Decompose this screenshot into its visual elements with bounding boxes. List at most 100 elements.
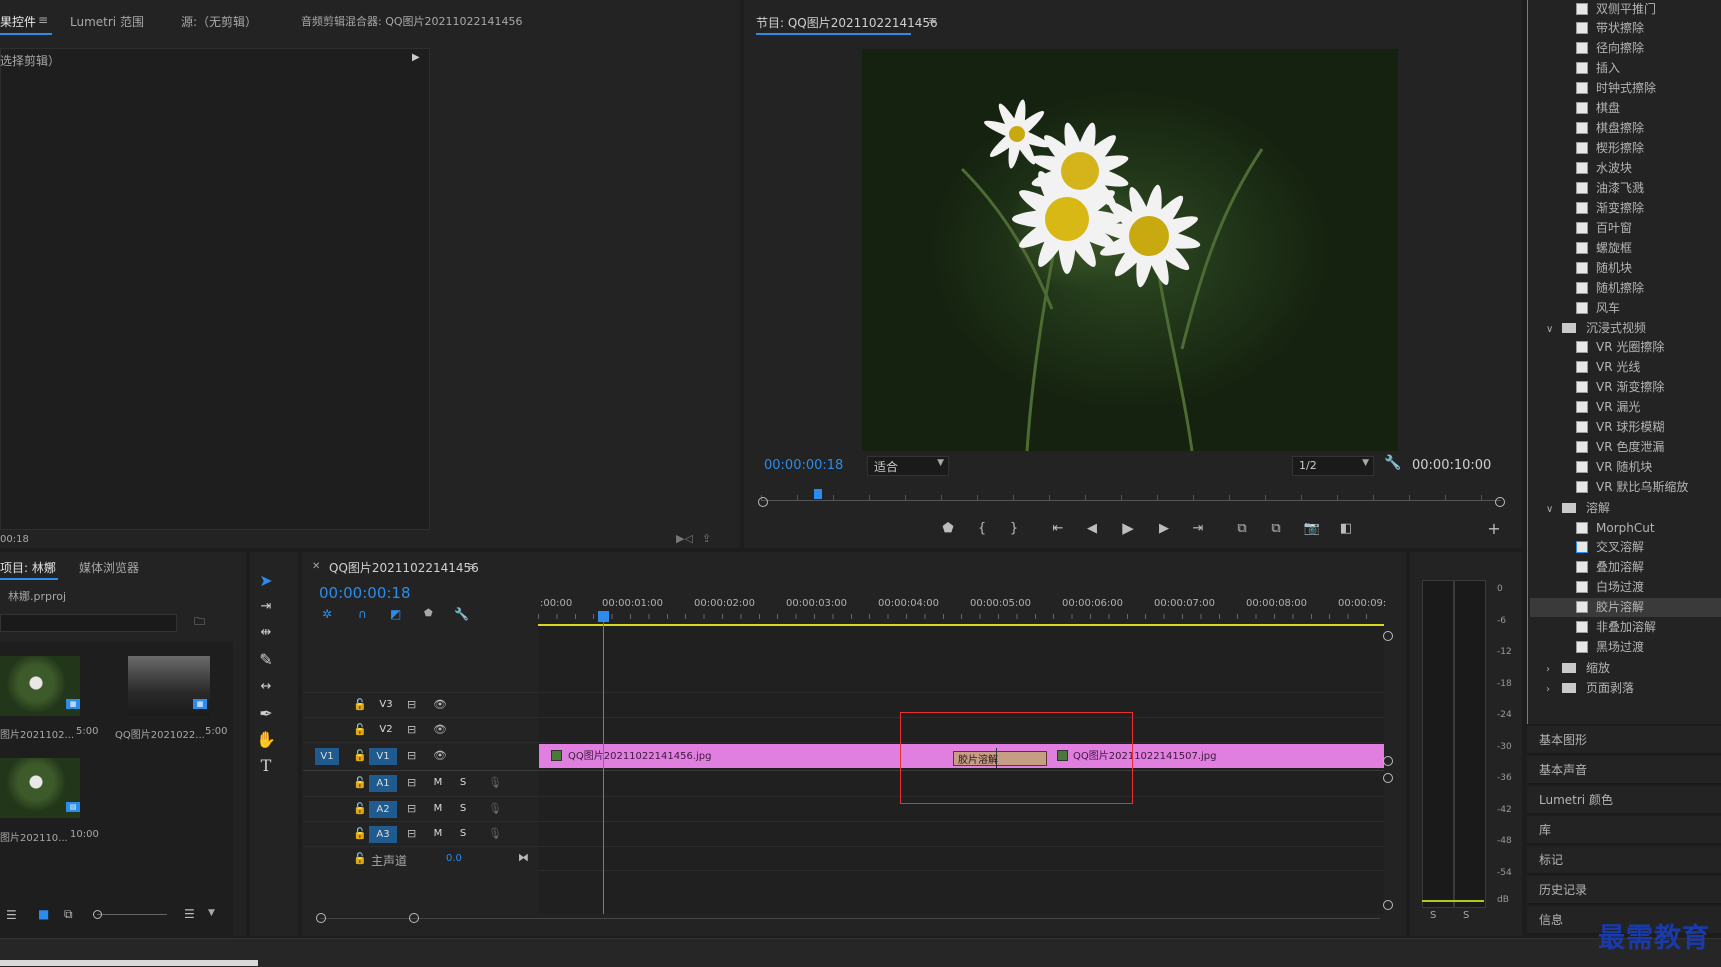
zoom-slider[interactable] xyxy=(93,910,167,919)
resolution-select[interactable]: 1/2 ▼ xyxy=(1292,456,1374,476)
list-view-icon[interactable]: ☰ xyxy=(6,908,17,922)
lock-icon[interactable]: 🔓 xyxy=(353,852,367,865)
timeline-timecode[interactable]: 00:00:00:18 xyxy=(319,584,411,602)
effect-item[interactable]: 风车 xyxy=(1576,299,1620,317)
effect-folder-dissolve[interactable]: ∨ 溶解 xyxy=(1546,499,1610,517)
tab-audio-clip-mixer[interactable]: 音频剪辑混合器: QQ图片20211022141456 xyxy=(301,13,523,29)
menu-icon[interactable]: ≡ xyxy=(38,13,48,27)
go-to-end-icon[interactable]: ⧓ xyxy=(518,851,529,864)
zoom-select[interactable]: 适合 ▼ xyxy=(867,456,949,476)
expand-arrow-icon[interactable]: ▶ xyxy=(412,52,420,63)
effect-item[interactable]: 油漆飞溅 xyxy=(1576,179,1644,197)
solo-left-button[interactable]: S xyxy=(1430,910,1436,921)
microphone-icon[interactable]: 🎙 xyxy=(488,827,502,840)
microphone-icon[interactable]: 🎙 xyxy=(488,802,502,815)
menu-icon[interactable]: ≡ xyxy=(45,559,54,572)
scroll-start-handle[interactable] xyxy=(758,497,768,507)
eye-icon[interactable]: 👁 xyxy=(433,723,447,736)
menu-icon[interactable]: ≡ xyxy=(928,14,937,27)
hand-tool-icon[interactable]: ✋ xyxy=(255,729,277,751)
track-label[interactable]: A2 xyxy=(369,801,397,818)
horizontal-scrollbar[interactable] xyxy=(320,918,1380,919)
add-button-icon[interactable]: + xyxy=(1484,520,1504,538)
tab-source[interactable]: 源:（无剪辑） xyxy=(181,13,257,30)
scroll-end-handle[interactable] xyxy=(1495,497,1505,507)
effect-item[interactable]: 螺旋框 xyxy=(1576,239,1632,257)
vertical-scroll-handle[interactable] xyxy=(1383,900,1393,910)
eye-icon[interactable]: 👁 xyxy=(433,749,447,762)
effect-item[interactable]: VR 渐变擦除 xyxy=(1576,378,1664,396)
selection-tool-icon[interactable]: ➤ xyxy=(255,570,277,592)
master-volume-value[interactable]: 0.0 xyxy=(446,853,462,864)
add-marker-icon[interactable]: ⬟ xyxy=(424,608,433,619)
lock-icon[interactable]: 🔓 xyxy=(353,776,367,789)
panel-libraries[interactable]: 库 xyxy=(1527,816,1721,844)
effect-folder-page-peel[interactable]: › 页面剥落 xyxy=(1546,679,1634,697)
lock-icon[interactable]: 🔓 xyxy=(353,802,367,815)
solo-button[interactable]: S xyxy=(456,777,470,788)
close-icon[interactable]: ✕ xyxy=(312,561,320,572)
effect-item[interactable]: 叠加溶解 xyxy=(1576,558,1644,576)
razor-tool-icon[interactable]: ✎ xyxy=(255,649,277,671)
chevron-down-icon[interactable]: ∨ xyxy=(1546,321,1562,339)
panel-history[interactable]: 历史记录 xyxy=(1527,876,1721,904)
effect-item[interactable]: VR 色度泄漏 xyxy=(1576,438,1664,456)
effect-item[interactable]: 时钟式擦除 xyxy=(1576,79,1656,97)
effect-item[interactable]: 交叉溶解 xyxy=(1576,538,1644,556)
step-forward-icon[interactable]: ▶ xyxy=(1154,520,1174,538)
solo-right-button[interactable]: S xyxy=(1463,910,1469,921)
vertical-scroll-handle[interactable] xyxy=(1383,631,1393,641)
step-back-icon[interactable]: ◀ xyxy=(1082,520,1102,538)
track-label[interactable]: V3 xyxy=(375,699,397,710)
effect-item[interactable]: 黑场过渡 xyxy=(1576,638,1644,656)
track-label[interactable]: A3 xyxy=(369,826,397,843)
zoom-slider-handle[interactable] xyxy=(93,910,102,919)
horizontal-scroll-start[interactable] xyxy=(316,913,326,923)
effect-item[interactable]: 径向擦除 xyxy=(1576,39,1644,57)
project-search-input[interactable] xyxy=(0,614,177,632)
new-bin-icon[interactable]: 🗀 xyxy=(194,613,205,632)
add-marker-icon[interactable]: ⬟ xyxy=(938,520,958,538)
linked-selection-icon[interactable]: ◩ xyxy=(390,607,401,621)
program-current-time[interactable]: 00:00:00:18 xyxy=(764,458,843,473)
camera-icon[interactable]: 📷 xyxy=(1302,520,1322,538)
source-patch-v1[interactable]: V1 xyxy=(315,748,339,765)
chevron-right-icon[interactable]: › xyxy=(1546,681,1562,699)
effect-item[interactable]: 棋盘擦除 xyxy=(1576,119,1644,137)
toggle-sync-icon[interactable]: ⊟ xyxy=(407,802,416,815)
work-area-bar[interactable] xyxy=(538,624,1384,626)
program-monitor-title[interactable]: 节目: QQ图片20211022141456 xyxy=(756,14,938,31)
slip-tool-icon[interactable]: ↔ xyxy=(255,676,277,698)
timeline-playhead[interactable] xyxy=(603,612,604,914)
effect-item[interactable]: 百叶窗 xyxy=(1576,219,1632,237)
menu-icon[interactable]: ≡ xyxy=(467,560,476,573)
effect-item[interactable]: 插入 xyxy=(1576,59,1620,77)
solo-button[interactable]: S xyxy=(456,803,470,814)
wrench-icon[interactable]: 🔧 xyxy=(1384,455,1401,471)
mute-button[interactable]: M xyxy=(431,777,445,788)
play-audio-icon[interactable]: ▶◁ xyxy=(676,532,693,545)
effect-folder-vr[interactable]: ∨ 沉浸式视频 xyxy=(1546,319,1646,337)
track-select-tool-icon[interactable]: ⇥ xyxy=(255,596,277,618)
effect-item[interactable]: VR 漏光 xyxy=(1576,398,1640,416)
chevron-down-icon[interactable]: ▼ xyxy=(208,908,215,918)
go-to-in-icon[interactable]: ⇤ xyxy=(1048,520,1068,538)
panel-lumetri-color[interactable]: Lumetri 颜色 xyxy=(1527,786,1721,814)
effect-item[interactable]: VR 默比乌斯缩放 xyxy=(1576,478,1688,496)
effect-item[interactable]: 渐变擦除 xyxy=(1576,199,1644,217)
nest-icon[interactable]: ✲ xyxy=(322,607,332,621)
lift-icon[interactable]: ⧉ xyxy=(1232,520,1252,538)
go-to-out-icon[interactable]: ⇥ xyxy=(1188,520,1208,538)
mute-button[interactable]: M xyxy=(431,828,445,839)
icon-view-icon[interactable]: ■ xyxy=(38,907,49,921)
compare-view-icon[interactable]: ◧ xyxy=(1336,520,1356,538)
track-label[interactable]: V1 xyxy=(369,748,397,765)
export-icon[interactable]: ⇪ xyxy=(702,532,711,545)
program-scrub-bar[interactable] xyxy=(761,489,1501,503)
effect-item-selected[interactable]: 胶片溶解 xyxy=(1576,598,1644,616)
timeline-tab[interactable]: QQ图片20211022141456 xyxy=(329,559,479,576)
effect-item[interactable]: 白场过渡 xyxy=(1576,578,1644,596)
effect-item[interactable]: 楔形擦除 xyxy=(1576,139,1644,157)
effect-item[interactable]: VR 光圈擦除 xyxy=(1576,338,1664,356)
effect-item[interactable]: MorphCut xyxy=(1576,519,1655,537)
